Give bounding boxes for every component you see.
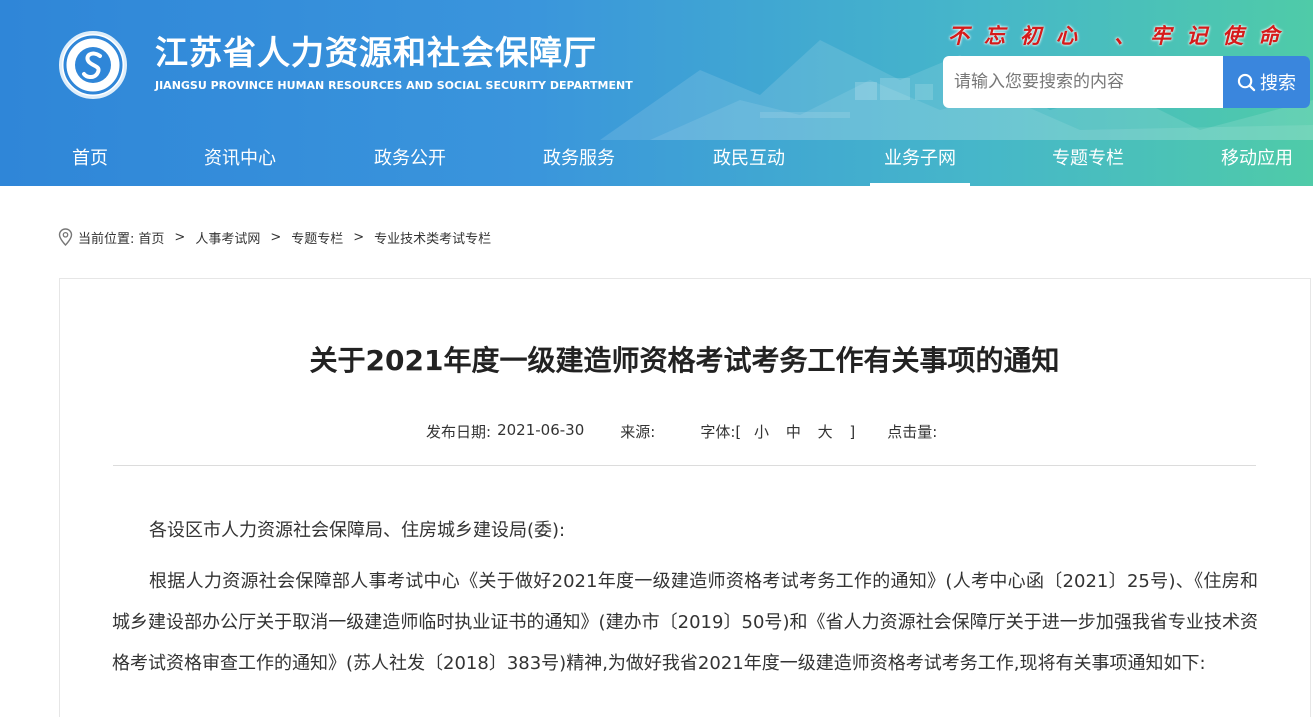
- meta-divider: [113, 465, 1256, 466]
- main-nav: 首页 资讯中心 政务公开 政务服务 政民互动 业务子网 专题专栏 移动应用: [0, 136, 1313, 186]
- search-icon: [1237, 73, 1256, 91]
- breadcrumb: 当前位置: 首页 > 人事考试网 > 专题专栏 > 专业技术类考试专栏: [58, 227, 491, 247]
- nav-item-business[interactable]: 业务子网: [870, 136, 970, 186]
- breadcrumb-item-professional-exams[interactable]: 专业技术类考试专栏: [374, 228, 491, 247]
- nav-item-home[interactable]: 首页: [72, 136, 108, 186]
- hits-label: 点击量:: [887, 423, 938, 441]
- font-size-label: 字体:: [700, 423, 736, 441]
- article-paragraph: 根据人力资源社会保障部人事考试中心《关于做好2021年度一级建造师资格考试考务工…: [112, 571, 1258, 674]
- font-size-large-button[interactable]: 大: [818, 423, 833, 441]
- breadcrumb-separator: >: [353, 229, 365, 245]
- nav-item-gov-info[interactable]: 政务公开: [374, 136, 446, 186]
- search-button[interactable]: 搜索: [1223, 56, 1310, 108]
- breadcrumb-separator: >: [174, 229, 186, 245]
- nav-item-mobile[interactable]: 移动应用: [1221, 136, 1293, 186]
- nav-item-interaction[interactable]: 政民互动: [713, 136, 785, 186]
- article-title: 关于2021年度一级建造师资格考试考务工作有关事项的通知: [309, 344, 1060, 377]
- breadcrumb-separator: >: [270, 229, 282, 245]
- font-size-small-button[interactable]: 小: [754, 423, 769, 441]
- breadcrumb-prefix: 当前位置:: [78, 231, 135, 247]
- publish-date: 2021-06-30: [497, 421, 585, 439]
- site-logo[interactable]: [59, 31, 127, 99]
- nav-item-gov-service[interactable]: 政务服务: [543, 136, 615, 186]
- nav-item-topics[interactable]: 专题专栏: [1052, 136, 1124, 186]
- site-header: 江苏省人力资源和社会保障厅 JIANGSU PROVINCE HUMAN RES…: [0, 0, 1313, 186]
- font-bracket-close: ]: [849, 423, 856, 441]
- search-input[interactable]: [943, 56, 1223, 108]
- breadcrumb-item-home[interactable]: 首页: [138, 228, 164, 247]
- article-paragraph: 各设区市人力资源社会保障局、住房城乡建设局(委):: [149, 520, 566, 541]
- logo-emblem-icon: [63, 35, 123, 95]
- location-pin-icon: [58, 228, 73, 246]
- font-size-control: [ 小 中 大 ]: [735, 421, 855, 442]
- site-title: 江苏省人力资源和社会保障厅: [155, 33, 597, 72]
- breadcrumb-item-topics[interactable]: 专题专栏: [291, 228, 343, 247]
- breadcrumb-item-exam-site[interactable]: 人事考试网: [195, 228, 260, 247]
- font-bracket-open: [: [735, 423, 742, 441]
- nav-item-news[interactable]: 资讯中心: [204, 136, 276, 186]
- slogan: 不忘初心 、牢记使命: [948, 23, 1295, 48]
- source-label: 来源:: [620, 423, 656, 441]
- font-size-medium-button[interactable]: 中: [786, 423, 801, 441]
- article-meta: 发布日期: 2021-06-30 来源: 字体: [ 小 中 大 ] 点击量:: [426, 421, 937, 442]
- site-subtitle: JIANGSU PROVINCE HUMAN RESOURCES AND SOC…: [155, 79, 633, 92]
- article-content: 各设区市人力资源社会保障局、住房城乡建设局(委): 根据人力资源社会保障部人事考…: [112, 510, 1258, 694]
- search-button-label: 搜索: [1260, 73, 1296, 94]
- publish-date-label: 发布日期:: [426, 423, 492, 441]
